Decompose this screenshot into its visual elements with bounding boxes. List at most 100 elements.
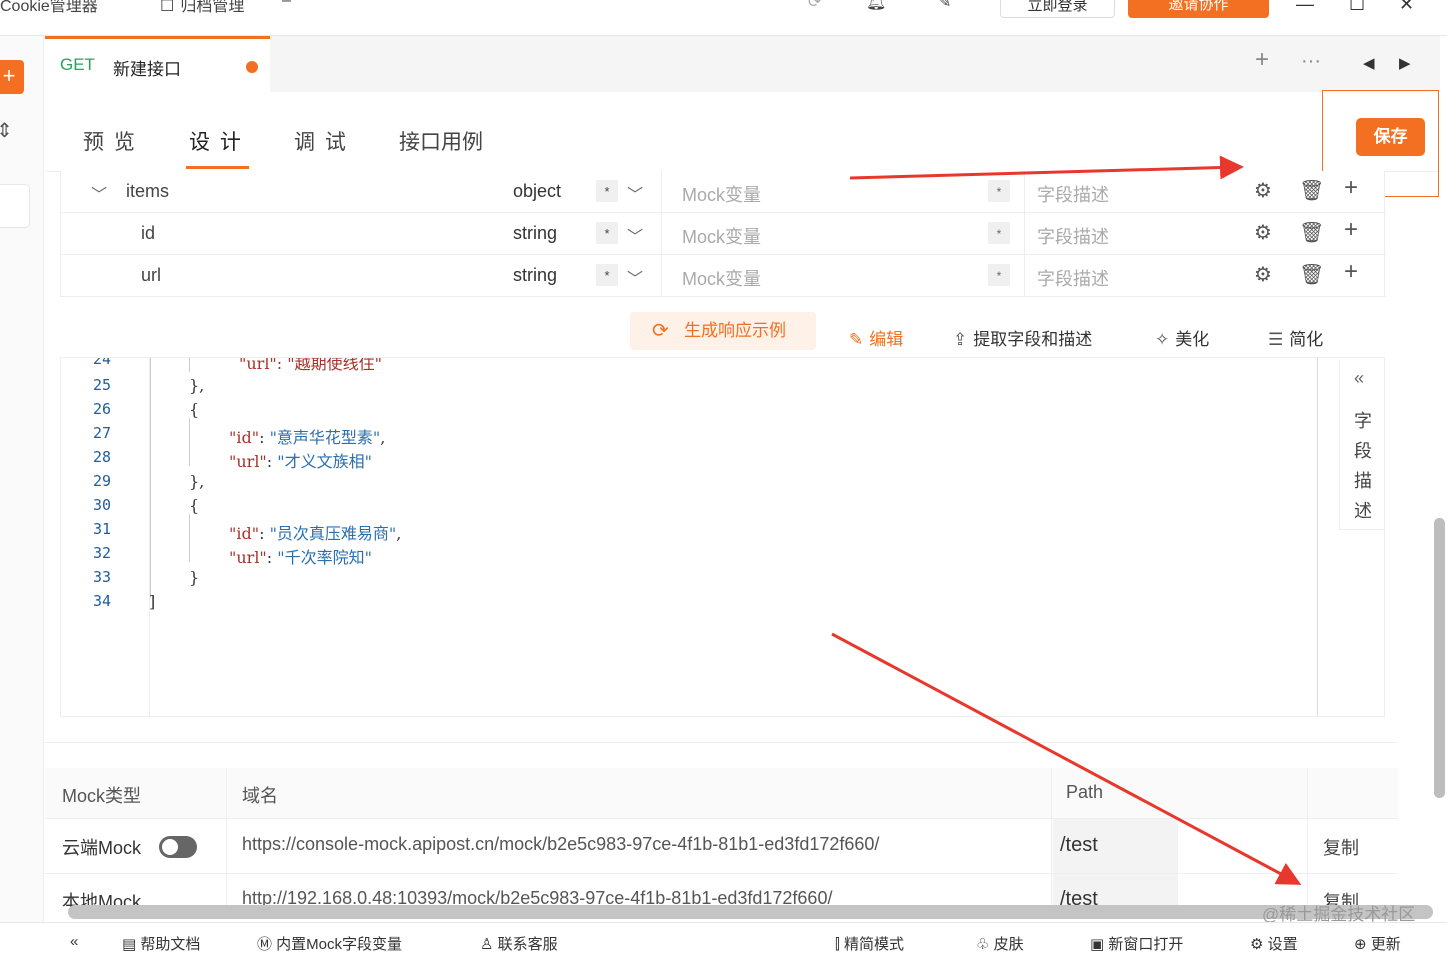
collapse-panel-icon[interactable]: « bbox=[1354, 368, 1364, 389]
collapse-chevron-icon[interactable]: ﹀ bbox=[91, 181, 107, 205]
note-icon[interactable]: ✎ bbox=[938, 0, 951, 12]
required-marker[interactable]: * bbox=[596, 180, 618, 202]
mock-variable-input[interactable]: Mock变量 bbox=[682, 223, 761, 249]
skin-button[interactable]: ♧ 皮肤 bbox=[976, 933, 1024, 954]
settings-icon[interactable]: ⚙ bbox=[1254, 178, 1272, 203]
field-description-input[interactable]: 字段描述 bbox=[1037, 223, 1109, 249]
trash-icon[interactable]: 🗑︎ bbox=[1299, 262, 1324, 287]
more-dash-icon[interactable]: – bbox=[282, 0, 291, 10]
field-description-input[interactable]: 字段描述 bbox=[1037, 265, 1109, 291]
top-bar: Cookie管理器 ☐ 归档管理 – ⟳ 🔔︎ ✎ 立即登录 邀请协作 — ☐ ✕ bbox=[0, 0, 1447, 36]
bottom-bar: « ▤ 帮助文档 Ⓜ 内置Mock字段变量 ♙ 联系客服 ⫿ 精简模式 ♧ 皮肤… bbox=[0, 922, 1447, 953]
field-name[interactable]: id bbox=[141, 223, 155, 244]
cloud-mock-toggle[interactable] bbox=[159, 836, 197, 858]
save-button[interactable]: 保存 bbox=[1356, 118, 1425, 156]
settings-label: 设置 bbox=[1267, 936, 1298, 953]
mock-icon: Ⓜ bbox=[257, 936, 277, 953]
add-icon[interactable]: + bbox=[0, 60, 24, 94]
line-number: 25 bbox=[92, 376, 111, 394]
line-number: 24 bbox=[92, 357, 111, 368]
line-number: 31 bbox=[92, 520, 111, 538]
code-line: { bbox=[189, 400, 200, 419]
collapse-sidebar-icon[interactable]: « bbox=[70, 933, 78, 950]
mock-variable-input[interactable]: Mock变量 bbox=[682, 181, 761, 207]
tab-debug[interactable]: 调 试 bbox=[294, 126, 348, 156]
line-number: 29 bbox=[92, 472, 111, 490]
simple-mode-toggle[interactable]: ⫿ 精简模式 bbox=[835, 933, 904, 954]
line-number: 32 bbox=[92, 544, 111, 562]
unsaved-dot-icon bbox=[246, 61, 258, 73]
add-field-plus-icon[interactable]: + bbox=[1344, 216, 1358, 244]
expand-collapse-icon[interactable]: ⇕ bbox=[0, 118, 13, 143]
builtin-mock-link[interactable]: Ⓜ 内置Mock字段变量 bbox=[257, 933, 402, 954]
mock-url[interactable]: https://console-mock.apipost.cn/mock/b2e… bbox=[242, 834, 879, 855]
new-window-button[interactable]: ▣ 新窗口打开 bbox=[1090, 933, 1183, 954]
login-button[interactable]: 立即登录 bbox=[1000, 0, 1115, 18]
code-line: } bbox=[189, 568, 200, 587]
code-editor[interactable]: 24 25 26 27 28 29 30 31 32 33 34 "url": … bbox=[60, 357, 1385, 717]
invite-button[interactable]: 邀请协作 bbox=[1128, 0, 1269, 18]
settings-icon[interactable]: ⚙ bbox=[1254, 262, 1272, 287]
tab-api-cases[interactable]: 接口用例 bbox=[399, 126, 483, 156]
field-type[interactable]: string bbox=[513, 223, 557, 244]
simple-mode-label: 精简模式 bbox=[843, 936, 904, 953]
copy-button[interactable]: 复制 bbox=[1323, 834, 1359, 860]
cookie-manager-link[interactable]: Cookie管理器 bbox=[0, 0, 98, 16]
horizontal-scrollbar[interactable] bbox=[68, 905, 1433, 919]
field-type[interactable]: string bbox=[513, 265, 557, 286]
add-field-plus-icon[interactable]: + bbox=[1344, 174, 1358, 202]
extract-fields-button[interactable]: ⇪ 提取字段和描述 bbox=[953, 325, 1092, 350]
add-field-plus-icon[interactable]: + bbox=[1344, 258, 1358, 286]
field-description-panel[interactable]: « 字段描述 bbox=[1339, 360, 1385, 530]
new-tab-plus-icon[interactable]: + bbox=[1255, 46, 1269, 74]
field-description-input[interactable]: 字段描述 bbox=[1037, 181, 1109, 207]
mock-path: /test bbox=[1060, 834, 1098, 856]
code-line: "id": "意声华花型素", bbox=[229, 428, 386, 447]
generate-response-example-button[interactable]: ⟳ 生成响应示例 bbox=[630, 312, 816, 350]
trash-icon[interactable]: 🗑︎ bbox=[1299, 220, 1324, 245]
field-type[interactable]: object bbox=[513, 181, 561, 202]
code-line: { bbox=[189, 496, 200, 515]
mock-required-marker[interactable]: * bbox=[988, 180, 1010, 202]
code-line: "id": "员次真压难易商", bbox=[229, 524, 402, 543]
scroll-right-icon[interactable]: ▶ bbox=[1399, 54, 1411, 72]
type-dropdown-chevron-icon[interactable]: ﹀ bbox=[627, 265, 643, 289]
update-label: 更新 bbox=[1370, 936, 1401, 953]
scroll-left-icon[interactable]: ◀ bbox=[1363, 54, 1375, 72]
settings-button[interactable]: ⚙ 设置 bbox=[1250, 933, 1298, 954]
close-icon[interactable]: ✕ bbox=[1399, 0, 1414, 15]
more-icon[interactable]: ··· bbox=[1301, 50, 1321, 73]
simplify-button[interactable]: ☰ 简化 bbox=[1268, 325, 1323, 350]
sync-icon[interactable]: ⟳ bbox=[808, 0, 821, 12]
bell-icon[interactable]: 🔔︎ bbox=[866, 0, 886, 12]
field-name[interactable]: url bbox=[141, 265, 161, 286]
contact-support-link[interactable]: ♙ 联系客服 bbox=[480, 933, 558, 954]
field-panel-label: 字段描述 bbox=[1354, 411, 1372, 521]
field-name[interactable]: items bbox=[126, 181, 169, 202]
tab-design[interactable]: 设 计 bbox=[189, 126, 243, 156]
trash-icon[interactable]: 🗑︎ bbox=[1299, 178, 1324, 203]
editor-scrollbar-track[interactable] bbox=[1317, 358, 1318, 716]
update-button[interactable]: ⊕ 更新 bbox=[1354, 933, 1401, 954]
required-marker[interactable]: * bbox=[596, 264, 618, 286]
tab-new-api[interactable]: GET 新建接口 bbox=[45, 36, 270, 92]
mock-required-marker[interactable]: * bbox=[988, 264, 1010, 286]
beautify-button[interactable]: ✧ 美化 bbox=[1155, 325, 1209, 350]
tab-preview[interactable]: 预 览 bbox=[83, 126, 137, 156]
generate-label: 生成响应示例 bbox=[684, 321, 786, 340]
edit-button[interactable]: ✎ 编辑 bbox=[849, 325, 903, 350]
type-dropdown-chevron-icon[interactable]: ﹀ bbox=[627, 181, 643, 205]
settings-icon[interactable]: ⚙ bbox=[1254, 220, 1272, 245]
code-line: ] bbox=[149, 592, 156, 611]
update-icon: ⊕ bbox=[1354, 936, 1371, 953]
mock-variable-input[interactable]: Mock变量 bbox=[682, 265, 761, 291]
archive-manager-link[interactable]: ☐ 归档管理 bbox=[160, 0, 244, 16]
minimize-icon[interactable]: — bbox=[1296, 0, 1314, 15]
mock-required-marker[interactable]: * bbox=[988, 222, 1010, 244]
vertical-scrollbar[interactable] bbox=[1434, 518, 1445, 798]
maximize-icon[interactable]: ☐ bbox=[1349, 0, 1365, 15]
line-number: 34 bbox=[92, 592, 111, 610]
type-dropdown-chevron-icon[interactable]: ﹀ bbox=[627, 223, 643, 247]
required-marker[interactable]: * bbox=[596, 222, 618, 244]
help-docs-link[interactable]: ▤ 帮助文档 bbox=[122, 933, 200, 954]
